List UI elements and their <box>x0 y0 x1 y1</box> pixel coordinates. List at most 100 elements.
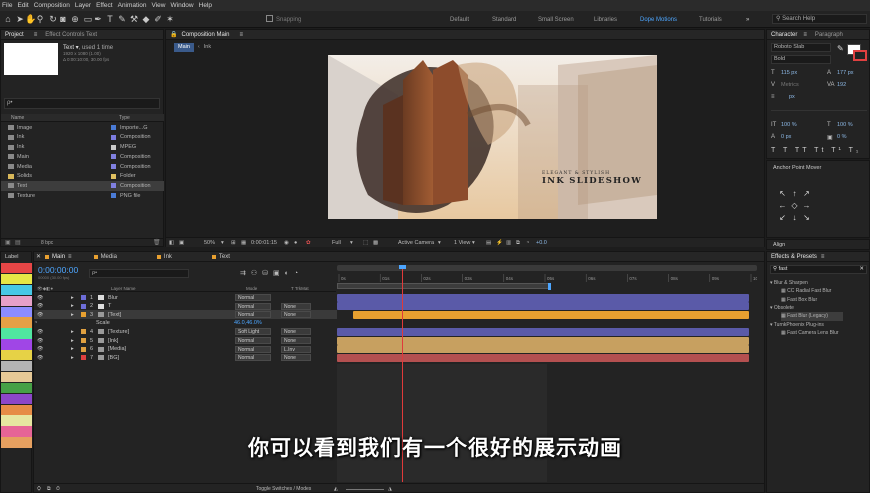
label-color-swatch[interactable] <box>1 339 32 350</box>
label-color-swatch[interactable] <box>1 382 32 394</box>
menu-window[interactable]: Window <box>171 2 194 9</box>
workspace-dope-motions[interactable]: Dope Motions <box>640 17 677 23</box>
project-item[interactable]: Text Composition <box>1 181 164 191</box>
eye-icon[interactable]: 👁 <box>37 338 59 344</box>
layer-trkmat-dropdown[interactable]: L.Inv <box>281 345 311 353</box>
layer-mode-dropdown[interactable]: Soft Light <box>235 328 271 336</box>
region-of-interest-icon[interactable]: ⬚ <box>363 240 368 246</box>
work-area-end-handle[interactable] <box>548 283 551 290</box>
camera-tool-icon[interactable]: ◙ <box>58 14 68 24</box>
leading-value[interactable]: 177 px <box>837 70 854 76</box>
layer-trkmat-dropdown[interactable]: None <box>281 337 311 344</box>
tab-effects-presets[interactable]: Effects & Presets <box>771 254 817 260</box>
label-color-swatch[interactable] <box>1 361 32 372</box>
label-color-swatch[interactable] <box>1 350 32 361</box>
label-color-swatch[interactable] <box>1 306 32 317</box>
timeline-switch-icons[interactable]: ⇉⚇⛁▣◐◔ <box>240 269 303 277</box>
layer-name[interactable]: [Ink] <box>108 338 235 344</box>
zoom-tool-icon[interactable]: ⚲ <box>35 14 45 24</box>
layer-name[interactable]: [BG] <box>108 355 235 361</box>
tab-composition-main[interactable]: Composition Main <box>181 32 229 38</box>
tab-align[interactable]: Align <box>773 242 785 248</box>
zoom-out-icon[interactable]: ◭ <box>334 486 338 492</box>
composition-viewer[interactable]: ELEGANT & STYLISH INK SLIDESHOW <box>328 55 657 219</box>
layer-label-swatch[interactable] <box>81 346 86 352</box>
search-help-field[interactable]: ⚲ Search Help <box>772 14 867 24</box>
stroke-width-value[interactable]: px <box>789 94 795 100</box>
menu-icon[interactable]: ≡ <box>240 32 244 38</box>
tab-text[interactable]: Text <box>219 254 230 260</box>
menu-file[interactable]: File <box>2 2 12 9</box>
toggle-switches-modes[interactable]: Toggle Switches / Modes <box>256 486 311 492</box>
layer-name[interactable]: [Text] <box>108 312 235 318</box>
tab-media[interactable]: Media <box>101 254 117 260</box>
clear-search-icon[interactable]: ✕ <box>859 266 864 273</box>
subtab-ink[interactable]: Ink <box>204 43 211 52</box>
layer-duration-bar[interactable] <box>353 310 749 319</box>
eye-icon[interactable]: 👁 <box>37 303 59 309</box>
font-size-value[interactable]: 115 px <box>781 70 797 76</box>
layer-mode-dropdown[interactable]: Normal <box>235 345 271 353</box>
project-item[interactable]: Main Composition <box>1 152 164 162</box>
selection-tool-icon[interactable]: ➤ <box>15 14 25 24</box>
text-style-buttons[interactable]: T T TT Tt T¹ T₁ <box>771 147 861 154</box>
stroke-color-swatch[interactable] <box>853 50 867 61</box>
always-preview-icon[interactable]: ◧ <box>169 240 174 246</box>
new-folder-icon[interactable]: ▤ <box>15 239 21 246</box>
horizontal-scale-value[interactable]: 100 % <box>837 122 853 128</box>
snapshot-icon[interactable]: ◉ <box>284 240 289 246</box>
timeline-zoom-slider[interactable] <box>346 489 384 490</box>
roto-brush-tool-icon[interactable]: ✐ <box>153 14 163 24</box>
anchor-bottom-left-icon[interactable]: ↙ <box>778 213 787 222</box>
menu-view[interactable]: View <box>152 2 166 9</box>
label-color-swatch[interactable] <box>1 273 32 285</box>
tab-label[interactable]: Label <box>5 254 18 260</box>
eye-icon[interactable]: 👁 <box>37 346 59 352</box>
workspace-standard[interactable]: Standard <box>492 17 516 23</box>
project-search-input[interactable]: ρ• <box>4 98 160 109</box>
subtab-main[interactable]: Main <box>174 43 194 52</box>
layer-duration-bar[interactable] <box>337 336 749 345</box>
layer-mode-dropdown[interactable]: Normal <box>235 354 271 362</box>
expand-icon[interactable]: ▸ <box>71 295 81 301</box>
layer-name[interactable]: [Media] <box>108 346 235 352</box>
layer-label-swatch[interactable] <box>81 338 86 343</box>
label-color-swatch[interactable] <box>1 415 32 426</box>
layer-duration-bar[interactable] <box>337 327 749 336</box>
menu-icon[interactable]: ≡ <box>803 32 807 38</box>
anchor-center-icon[interactable]: ◇ <box>790 201 799 210</box>
layer-label-swatch[interactable] <box>81 303 86 309</box>
label-color-swatch[interactable] <box>1 295 32 306</box>
chevron-down-icon[interactable]: ▾ <box>472 240 475 246</box>
zoom-in-icon[interactable]: ◮ <box>388 486 392 492</box>
reset-exposure-icon[interactable]: ◔ <box>526 240 529 246</box>
scale-value[interactable]: 46.0,46.0% <box>234 320 262 326</box>
font-family-dropdown[interactable]: Roboto Slab <box>771 43 831 52</box>
effects-search-input[interactable]: ⚲ fast ✕ <box>770 265 867 274</box>
expand-icon[interactable]: ▸ <box>71 346 81 352</box>
vertical-scale-value[interactable]: 100 % <box>781 122 797 128</box>
layer-label-swatch[interactable] <box>81 312 86 318</box>
menu-help[interactable]: Help <box>199 2 212 9</box>
anchor-right-icon[interactable]: → <box>802 201 811 210</box>
column-name[interactable]: Name <box>11 115 24 121</box>
render-time-icon[interactable]: ⏱ <box>56 486 60 492</box>
workspace-small-screen[interactable]: Small Screen <box>538 17 574 23</box>
label-color-swatch[interactable] <box>1 284 32 296</box>
expand-icon[interactable]: ▸ <box>71 338 81 344</box>
snapping-checkbox[interactable] <box>266 15 273 22</box>
layer-label-swatch[interactable] <box>81 295 86 300</box>
interpret-footage-icon[interactable]: ▣ <box>5 239 11 246</box>
tab-project[interactable]: Project <box>5 32 24 38</box>
layer-label-swatch[interactable] <box>81 329 86 335</box>
label-color-swatch[interactable] <box>1 393 32 404</box>
anchor-left-icon[interactable]: ← <box>778 201 787 210</box>
anchor-top-right-icon[interactable]: ↗ <box>802 189 811 198</box>
label-color-swatch[interactable] <box>1 371 32 383</box>
menu-effect[interactable]: Effect <box>96 2 113 9</box>
column-layer-name[interactable]: Layer Name <box>111 286 136 291</box>
expand-icon[interactable]: ▸ <box>71 329 81 335</box>
anchor-top-left-icon[interactable]: ↖ <box>778 189 787 198</box>
expand-icon[interactable]: ▸ <box>71 303 81 309</box>
menu-composition[interactable]: Composition <box>34 2 70 9</box>
